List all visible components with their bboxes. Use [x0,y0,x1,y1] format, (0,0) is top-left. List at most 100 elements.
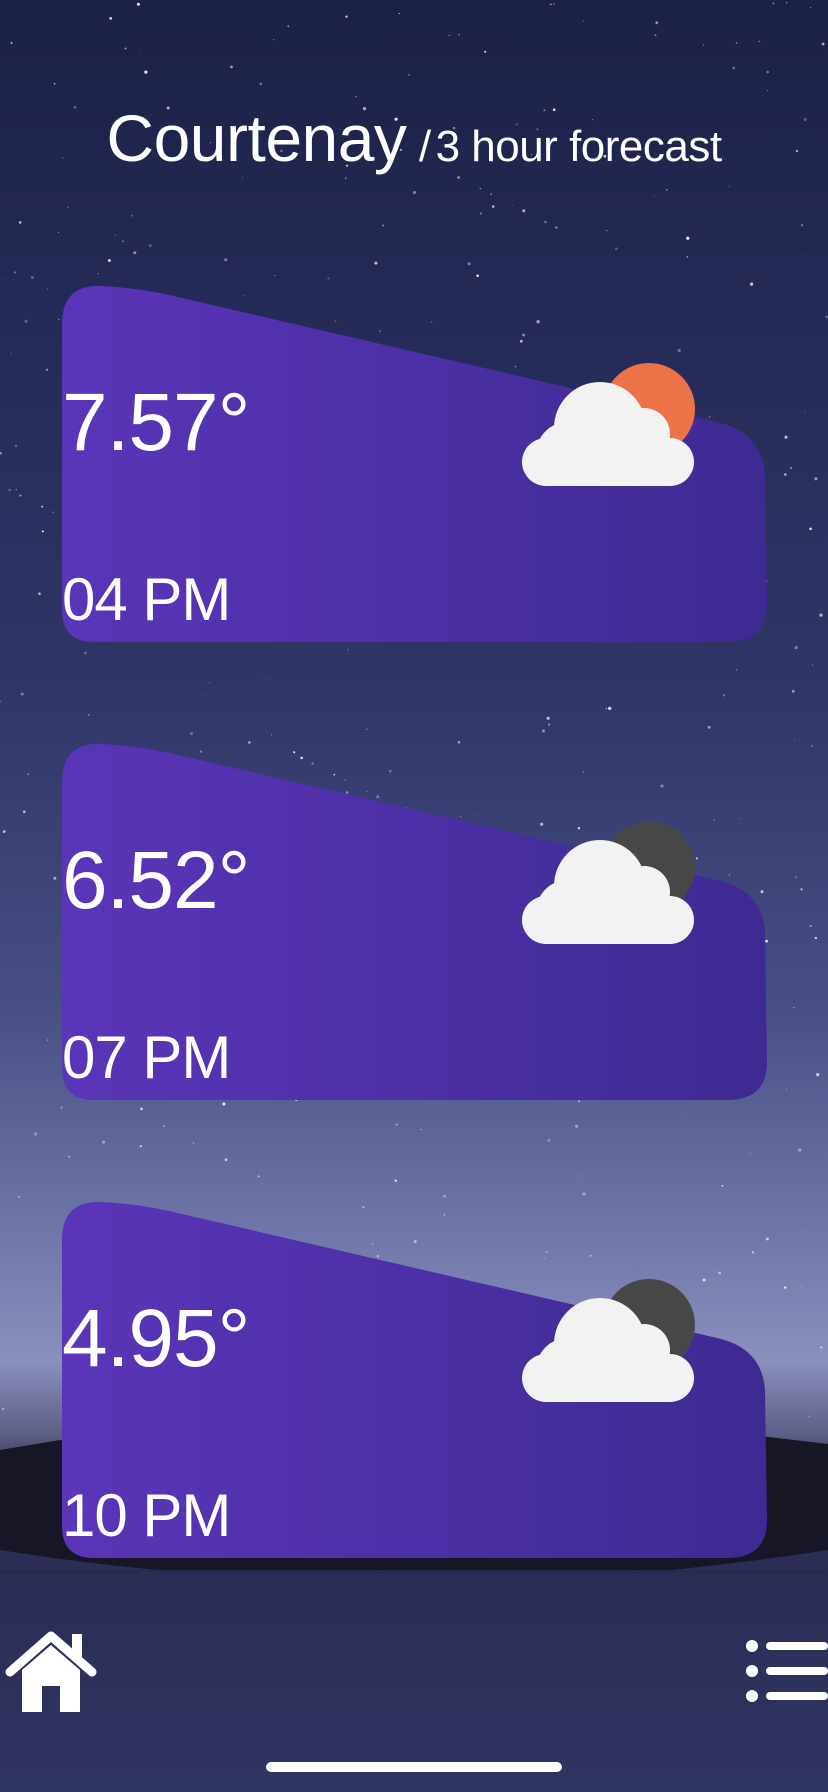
star [794,740,795,742]
cloud-moon-icon [522,821,695,944]
cloud-moon-icon [522,1279,695,1402]
star [394,1179,397,1182]
home-icon[interactable] [0,1628,102,1714]
star [766,90,768,92]
star [547,723,551,726]
star [458,33,461,36]
star [255,679,257,681]
star [2,830,6,833]
star [541,729,546,733]
star [268,678,270,680]
star [52,511,54,513]
star [819,613,823,617]
star [575,1124,579,1128]
star [271,734,272,736]
page-title: Courtenay / 3 hour forecast [0,100,828,176]
star [810,6,812,8]
star [97,272,100,275]
star [547,1138,551,1142]
star [811,664,813,666]
star [1,1407,5,1411]
star [230,65,233,69]
star [22,810,26,814]
star [484,50,487,53]
star [345,15,348,18]
star [18,1196,21,1198]
star [224,1158,228,1162]
star [806,255,808,257]
star [13,271,16,274]
star [355,96,357,98]
star [382,224,385,227]
star [735,42,738,44]
star [53,876,57,880]
star [808,1415,810,1418]
star [789,466,792,469]
star [27,773,30,776]
star [102,1140,106,1144]
star [327,277,330,280]
star [654,34,657,37]
star [784,435,788,439]
star [555,226,558,229]
star [795,876,798,879]
star [10,352,12,354]
star [457,176,460,179]
star [192,1142,195,1144]
forecast-card[interactable]: 7.57° 04 PM [62,284,767,642]
star [395,1123,398,1126]
star [46,288,48,290]
star [209,682,211,684]
star [791,689,795,693]
star [420,1128,422,1130]
star [114,234,116,236]
temperature: 4.95° [62,1293,250,1384]
star [34,1132,38,1136]
star [273,39,275,41]
star [20,692,24,696]
star [783,473,787,476]
star [549,3,552,6]
star [140,1107,143,1111]
star [14,444,18,448]
home-indicator[interactable] [266,1762,562,1772]
star [257,1175,260,1178]
star [802,1230,804,1231]
star [41,530,44,533]
star [41,505,44,508]
star [811,745,813,747]
star [151,1132,153,1134]
star [794,645,798,650]
star [686,256,689,258]
star [800,1285,803,1288]
star [735,668,738,671]
star [19,494,22,497]
star [814,477,818,481]
star [614,247,618,251]
star [544,220,547,224]
star [346,648,349,651]
forecast-card[interactable]: 4.95° 10 PM [62,1200,767,1558]
menu-list-icon[interactable] [746,1640,828,1702]
star [758,40,761,43]
star [772,2,775,5]
star [707,725,711,729]
star [0,700,2,703]
forecast-time: 04 PM [62,566,231,633]
star [443,1194,447,1198]
star [467,262,471,266]
star [820,1346,823,1349]
star [122,240,124,242]
forecast-subtitle: 3 hour forecast [435,122,723,171]
star [8,488,11,492]
star [68,1155,71,1158]
star [412,190,417,195]
star [84,651,87,655]
star [722,694,726,697]
forecast-card[interactable]: 6.52° 07 PM [62,742,767,1100]
star [67,206,69,208]
star [57,231,59,234]
forecast-time: 10 PM [62,1482,231,1549]
star [578,1100,581,1103]
star [809,924,812,928]
